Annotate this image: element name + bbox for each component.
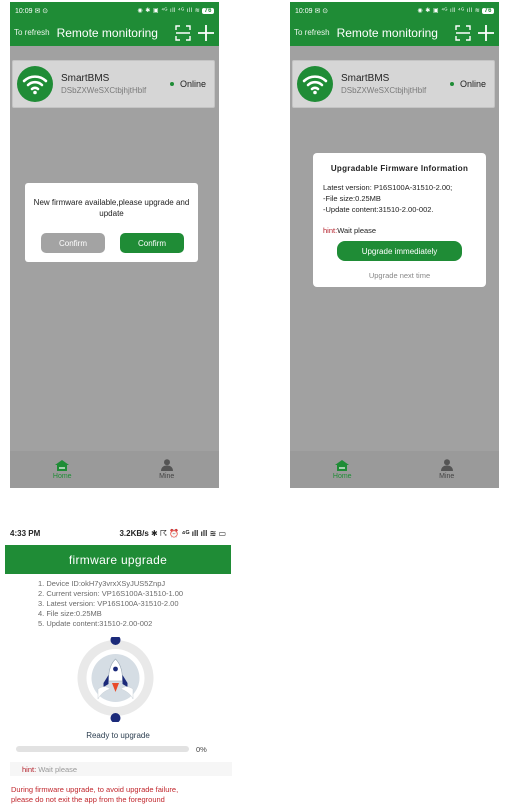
person-icon (160, 459, 173, 471)
hint: hint:Wait please (323, 226, 376, 235)
info-latest-version: 3. Latest version: VP16S100A-31510-2.00 (38, 599, 179, 608)
wifi-icon (297, 66, 333, 102)
page-title: Remote monitoring (336, 25, 438, 40)
firmware-info-dialog: Upgradable Firmware Information Latest v… (313, 153, 486, 287)
nav-home-label: Home (332, 472, 352, 480)
upgrade-status: Ready to upgrade (86, 731, 150, 740)
file-size: -File size:0.25MB (323, 194, 381, 203)
update-dialog: New firmware available,please upgrade an… (25, 183, 198, 262)
cancel-button[interactable]: Confirm (41, 233, 105, 253)
info-file-size: 4. File size:0.25MB (38, 609, 102, 618)
nav-mine[interactable]: Mine (395, 451, 500, 488)
warning-line-2: please do not exit the app from the fore… (11, 795, 165, 804)
add-icon[interactable] (197, 24, 215, 42)
device-info: SmartBMS DSbZXWeSXCtbjhjtHblf (61, 73, 170, 96)
hint-label: hint: (22, 765, 37, 774)
bottom-nav: Home Mine (290, 451, 499, 488)
update-content: -Update content:31510-2.00-002. (323, 205, 434, 214)
app-header: To refresh Remote monitoring (10, 19, 219, 46)
device-card[interactable]: SmartBMS DSbZXWeSXCtbjhjtHblf Online (292, 60, 495, 108)
status-notification-icons: ✉ ⊙ (314, 7, 329, 15)
nav-mine[interactable]: Mine (115, 451, 220, 488)
person-icon (440, 459, 453, 471)
page-title: firmware upgrade (5, 545, 231, 574)
status-time: 10:09 (15, 7, 33, 15)
status-text: Online (179, 79, 206, 89)
status-text: Online (459, 79, 486, 89)
device-id: DSbZXWeSXCtbjhjtHblf (341, 85, 427, 95)
status-bar: 10:09 ✉ ⊙ ◉ ✱ ▣ ⁴ᴳ ıll ⁴ᴳ ıll ≋ 76 (10, 2, 219, 19)
upgrade-progress-bar (16, 746, 189, 752)
wifi-icon (17, 66, 53, 102)
status-bar: 10:09 ✉ ⊙ ◉ ✱ ▣ ⁴ᴳ ıll ⁴ᴳ ıll ≋ 76 (290, 2, 499, 19)
info-device-id: 1. Device ID:okH7y3vrxXSyJUS5ZnpJ (38, 579, 166, 588)
bottom-nav: Home Mine (10, 451, 219, 488)
scan-icon[interactable] (175, 24, 191, 41)
hint-text: Wait please (38, 765, 78, 774)
info-current-version: 2. Current version: VP16S100A-31510-1.00 (38, 589, 184, 598)
nav-mine-label: Mine (159, 473, 175, 480)
rocket-icon (77, 637, 154, 722)
add-icon[interactable] (477, 24, 495, 42)
device-card[interactable]: SmartBMS DSbZXWeSXCtbjhjtHblf Online (12, 60, 215, 108)
hint: hint:Wait please (22, 765, 77, 774)
refresh-button[interactable]: To refresh (14, 28, 50, 37)
hint-label: hint: (323, 226, 338, 235)
scan-icon[interactable] (455, 24, 471, 41)
home-icon (55, 459, 70, 471)
device-info: SmartBMS DSbZXWeSXCtbjhjtHblf (341, 73, 450, 96)
upgrade-later-link[interactable]: Upgrade next time (313, 271, 486, 280)
online-dot-icon (169, 82, 174, 86)
confirm-button[interactable]: Confirm (120, 233, 184, 253)
battery-icon: 76 (202, 8, 214, 14)
status-time: 4:33 PM (10, 529, 41, 538)
app-header: To refresh Remote monitoring (290, 19, 499, 46)
info-update-content: 5. Update content:31510-2.00-002 (38, 619, 153, 628)
battery-icon: 76 (482, 8, 494, 14)
status-time: 10:09 (295, 7, 313, 15)
warning-line-1: During firmware upgrade, to avoid upgrad… (11, 785, 179, 794)
phone-screen-update-prompt: 10:09 ✉ ⊙ ◉ ✱ ▣ ⁴ᴳ ıll ⁴ᴳ ıll ≋ 76 To ref… (10, 2, 219, 488)
refresh-button[interactable]: To refresh (294, 28, 330, 37)
progress-percent: 0% (196, 745, 207, 754)
status-icons: ◉ ✱ ▣ ⁴ᴳ ıll ⁴ᴳ ıll ≋ 76 (417, 7, 494, 14)
status-icons: ◉ ✱ ▣ ⁴ᴳ ıll ⁴ᴳ ıll ≋ 76 (137, 7, 214, 14)
dialog-title: Upgradable Firmware Information (330, 164, 469, 173)
hint-text: Wait please (337, 226, 377, 235)
status-time-group: 10:09 ✉ ⊙ (15, 7, 48, 15)
status-bar: 4:33 PM 3.2KB/s ✱ ☈ ⏰ ⁴ᴳ ıll ıll ≋ ▭ (10, 529, 232, 541)
upgrade-warning: During firmware upgrade, to avoid upgrad… (11, 785, 178, 805)
device-name: SmartBMS (61, 72, 110, 84)
phone-screen-firmware-info: 10:09 ✉ ⊙ ◉ ✱ ▣ ⁴ᴳ ıll ⁴ᴳ ıll ≋ 76 To ref… (290, 2, 499, 488)
nav-mine-label: Mine (439, 473, 455, 480)
status-badge: Online (449, 79, 486, 89)
latest-version: Latest version: P16S100A-31510-2.00; (323, 183, 453, 192)
dialog-message: New firmware available,please upgrade an… (33, 198, 190, 218)
firmware-info-list: 1. Device ID:okH7y3vrxXSyJUS5ZnpJ 2. Cur… (38, 579, 183, 629)
status-time-group: 10:09 ✉ ⊙ (295, 7, 328, 15)
upgrade-now-button[interactable]: Upgrade immediately (337, 241, 462, 261)
device-id: DSbZXWeSXCtbjhjtHblf (61, 85, 147, 95)
device-name: SmartBMS (341, 72, 390, 84)
status-badge: Online (169, 79, 206, 89)
home-icon (335, 459, 350, 471)
nav-home[interactable]: Home (10, 451, 115, 488)
nav-home[interactable]: Home (290, 451, 395, 488)
status-icons-text: ◉ ✱ ▣ ⁴ᴳ ıll ⁴ᴳ ıll ≋ (137, 8, 201, 14)
nav-home-label: Home (52, 472, 72, 480)
status-icons-text: ◉ ✱ ▣ ⁴ᴳ ıll ⁴ᴳ ıll ≋ (417, 8, 481, 14)
status-icons: 3.2KB/s ✱ ☈ ⏰ ⁴ᴳ ıll ıll ≋ ▭ (119, 529, 226, 538)
page-title: Remote monitoring (56, 25, 158, 40)
online-dot-icon (449, 82, 454, 86)
status-notification-icons: ✉ ⊙ (34, 7, 49, 15)
